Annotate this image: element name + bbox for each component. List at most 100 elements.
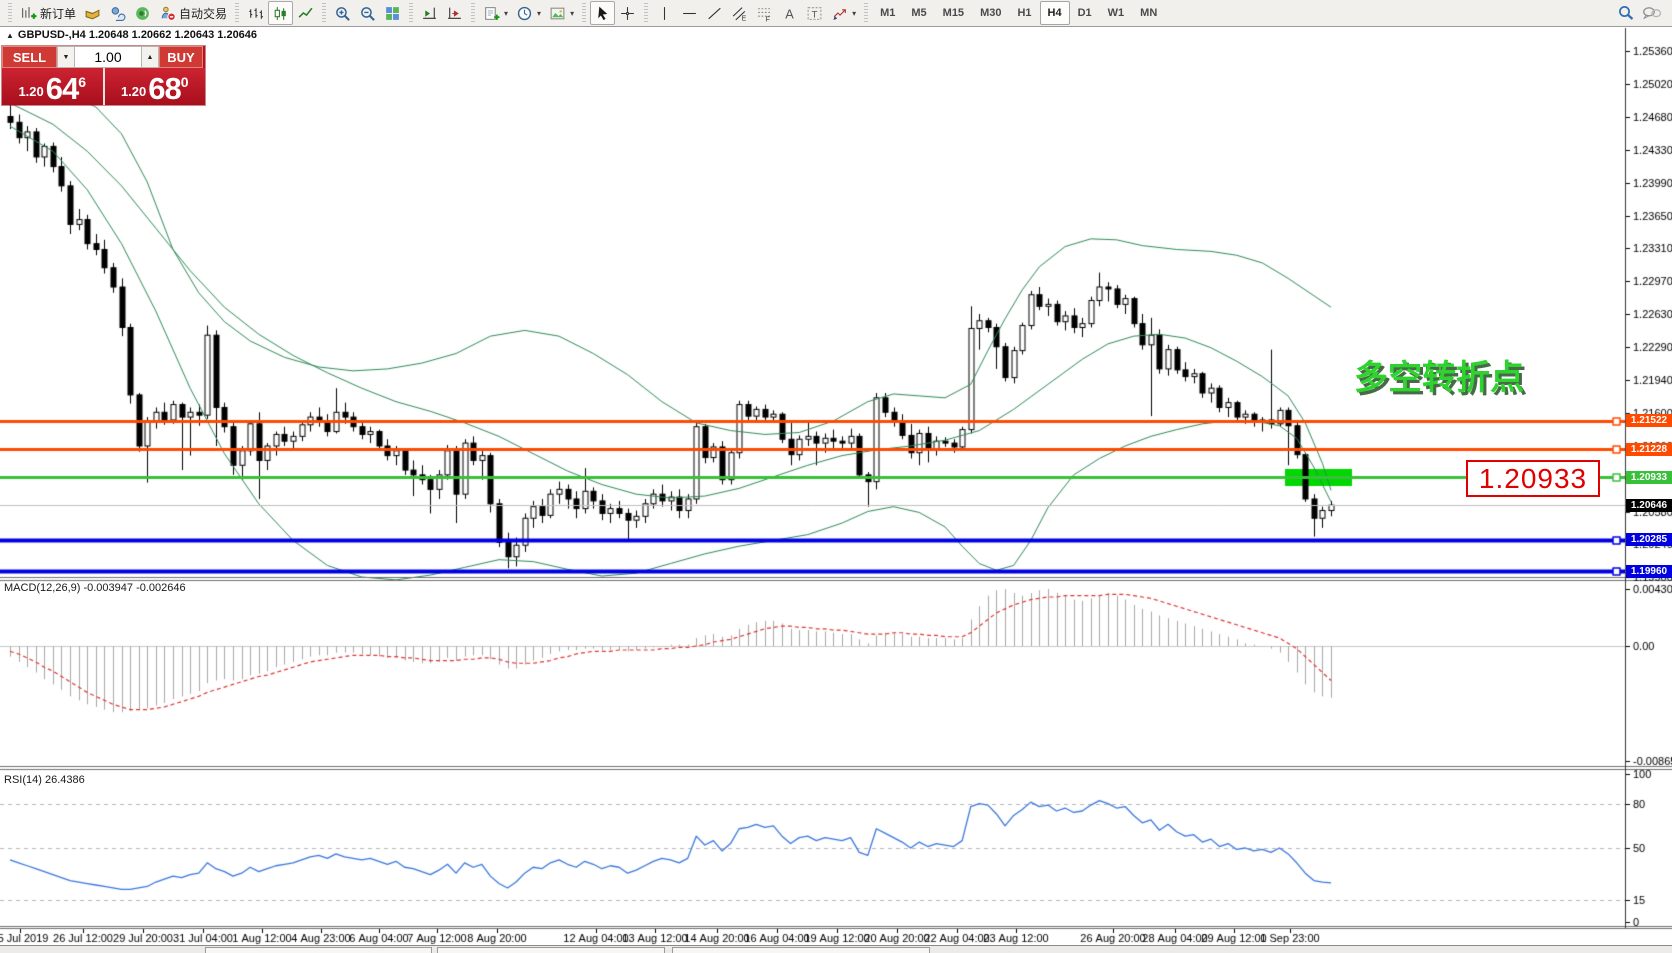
fibonacci-icon: F <box>756 5 773 22</box>
history-center-button[interactable] <box>80 1 105 25</box>
history-center-icon <box>84 5 101 22</box>
dropdown-caret-icon[interactable]: ▾ <box>570 9 574 18</box>
toolbar-grip <box>409 3 413 23</box>
toolbar-grip <box>235 3 239 23</box>
sell-button[interactable]: SELL <box>2 46 57 68</box>
candlestick-chart-icon <box>272 5 289 22</box>
buy-button[interactable]: BUY <box>159 46 203 68</box>
candlestick-chart-button[interactable] <box>268 1 293 25</box>
text-label-icon: T <box>806 5 823 22</box>
dropdown-caret-icon[interactable]: ▾ <box>537 9 541 18</box>
tile-windows-button[interactable] <box>380 1 405 25</box>
chat-icon[interactable] <box>1642 4 1662 22</box>
timeframe-mn-button[interactable]: MN <box>1132 1 1165 25</box>
level-price-label: 1.20285 <box>1626 533 1672 546</box>
alerts-button[interactable] <box>130 1 155 25</box>
text-icon: A <box>781 5 798 22</box>
new-order-icon <box>20 5 37 22</box>
minimized-chart-tab[interactable] <box>437 947 665 953</box>
chart-ohlc-header: ▲GBPUSD-,H4 1.20648 1.20662 1.20643 1.20… <box>6 29 257 41</box>
text-button[interactable]: A <box>777 1 802 25</box>
timeframe-m15-button[interactable]: M15 <box>935 1 972 25</box>
chevron-up-icon: ▲ <box>147 54 154 61</box>
volume-input[interactable] <box>75 46 141 68</box>
zoom-out-icon <box>359 5 376 22</box>
timeframe-m5-button[interactable]: M5 <box>903 1 934 25</box>
toolbar-grip <box>582 3 586 23</box>
horizontal-line-icon <box>681 5 698 22</box>
auto-scroll-icon <box>446 5 463 22</box>
timeframe-m1-button[interactable]: M1 <box>872 1 903 25</box>
buy-price-pip: 0 <box>181 74 189 90</box>
arrows-icon <box>831 5 848 22</box>
buy-price-display[interactable]: 1.20680 <box>105 68 206 105</box>
sell-price-display[interactable]: 1.20646 <box>2 68 103 105</box>
timeframe-m30-button[interactable]: M30 <box>972 1 1009 25</box>
timeframe-d1-button[interactable]: D1 <box>1070 1 1100 25</box>
timeframe-h4-button[interactable]: H4 <box>1040 1 1070 25</box>
buy-price-prefix: 1.20 <box>121 82 146 102</box>
toolbar-grip <box>864 3 868 23</box>
online-community-button[interactable] <box>105 1 130 25</box>
level-price-label: 1.19960 <box>1626 565 1672 578</box>
collapse-quote-arrow-icon[interactable]: ▲ <box>6 31 14 40</box>
fibonacci-button[interactable]: F <box>752 1 777 25</box>
zoom-in-button[interactable] <box>330 1 355 25</box>
rsi-indicator-label: RSI(14) 26.4386 <box>4 774 85 786</box>
level-price-label: 1.21522 <box>1626 414 1672 427</box>
level-price-label: 1.21228 <box>1626 443 1672 456</box>
bar-chart-button[interactable] <box>243 1 268 25</box>
volume-decrease-button[interactable]: ▼ <box>57 46 75 68</box>
current-price-label: 1.20646 <box>1626 499 1672 512</box>
trend-line-icon <box>706 5 723 22</box>
chart-shift-icon <box>421 5 438 22</box>
buy-price-big: 68 <box>148 76 180 102</box>
minimized-chart-tab[interactable] <box>205 947 432 953</box>
bar-chart-icon <box>247 5 264 22</box>
new-chart-icon <box>483 5 500 22</box>
search-icon[interactable] <box>1616 4 1636 22</box>
mt4-terminal: 新订单 自动交易 ▾ ▾ ▾ E F AT ▾ M1M5M15M30H1H4D1W1MN ▲GBP… <box>0 0 1672 953</box>
minimized-charts-bar <box>0 945 1672 953</box>
alerts-icon <box>134 5 151 22</box>
volume-increase-button[interactable]: ▲ <box>141 46 159 68</box>
minimized-chart-tab[interactable] <box>672 947 930 953</box>
line-chart-button[interactable] <box>293 1 318 25</box>
crosshair-button[interactable] <box>615 1 640 25</box>
new-order-label: 新订单 <box>40 5 76 22</box>
dropdown-caret-icon[interactable]: ▾ <box>504 9 508 18</box>
dropdown-caret-icon[interactable]: ▾ <box>852 9 856 18</box>
svg-text:F: F <box>766 16 770 22</box>
sell-price-pip: 6 <box>78 74 86 90</box>
trend-line-button[interactable] <box>702 1 727 25</box>
vertical-line-icon <box>656 5 673 22</box>
auto-trading-button[interactable]: 自动交易 <box>155 1 231 25</box>
auto-scroll-button[interactable] <box>442 1 467 25</box>
chevron-down-icon: ▼ <box>63 54 70 61</box>
cursor-icon <box>594 5 611 22</box>
chart-shift-button[interactable] <box>417 1 442 25</box>
horizontal-line-button[interactable] <box>677 1 702 25</box>
toolbar-grip <box>471 3 475 23</box>
equidistant-channel-icon: E <box>731 5 748 22</box>
crosshair-icon <box>619 5 636 22</box>
auto-trading-label: 自动交易 <box>179 5 227 22</box>
equidistant-channel-button[interactable]: E <box>727 1 752 25</box>
toolbar-grip <box>8 3 12 23</box>
new-chart-button[interactable]: ▾ <box>479 1 512 25</box>
chart-image-button[interactable]: ▾ <box>545 1 578 25</box>
zoom-out-button[interactable] <box>355 1 380 25</box>
cursor-button[interactable] <box>590 1 615 25</box>
arrows-button[interactable]: ▾ <box>827 1 860 25</box>
timeframe-w1-button[interactable]: W1 <box>1100 1 1133 25</box>
vertical-line-button[interactable] <box>652 1 677 25</box>
text-label-button[interactable]: T <box>802 1 827 25</box>
profiles-button[interactable]: ▾ <box>512 1 545 25</box>
toolbar: 新订单 自动交易 ▾ ▾ ▾ E F AT ▾ M1M5M15M30H1H4D1W1MN <box>0 0 1672 27</box>
toolbar-grip <box>322 3 326 23</box>
auto-trading-icon <box>159 5 176 22</box>
chart-canvas[interactable] <box>0 0 1672 953</box>
one-click-trading-panel: SELL ▼ ▲ BUY 1.20646 1.20680 <box>2 46 205 105</box>
timeframe-h1-button[interactable]: H1 <box>1009 1 1039 25</box>
new-order-button[interactable]: 新订单 <box>16 1 80 25</box>
